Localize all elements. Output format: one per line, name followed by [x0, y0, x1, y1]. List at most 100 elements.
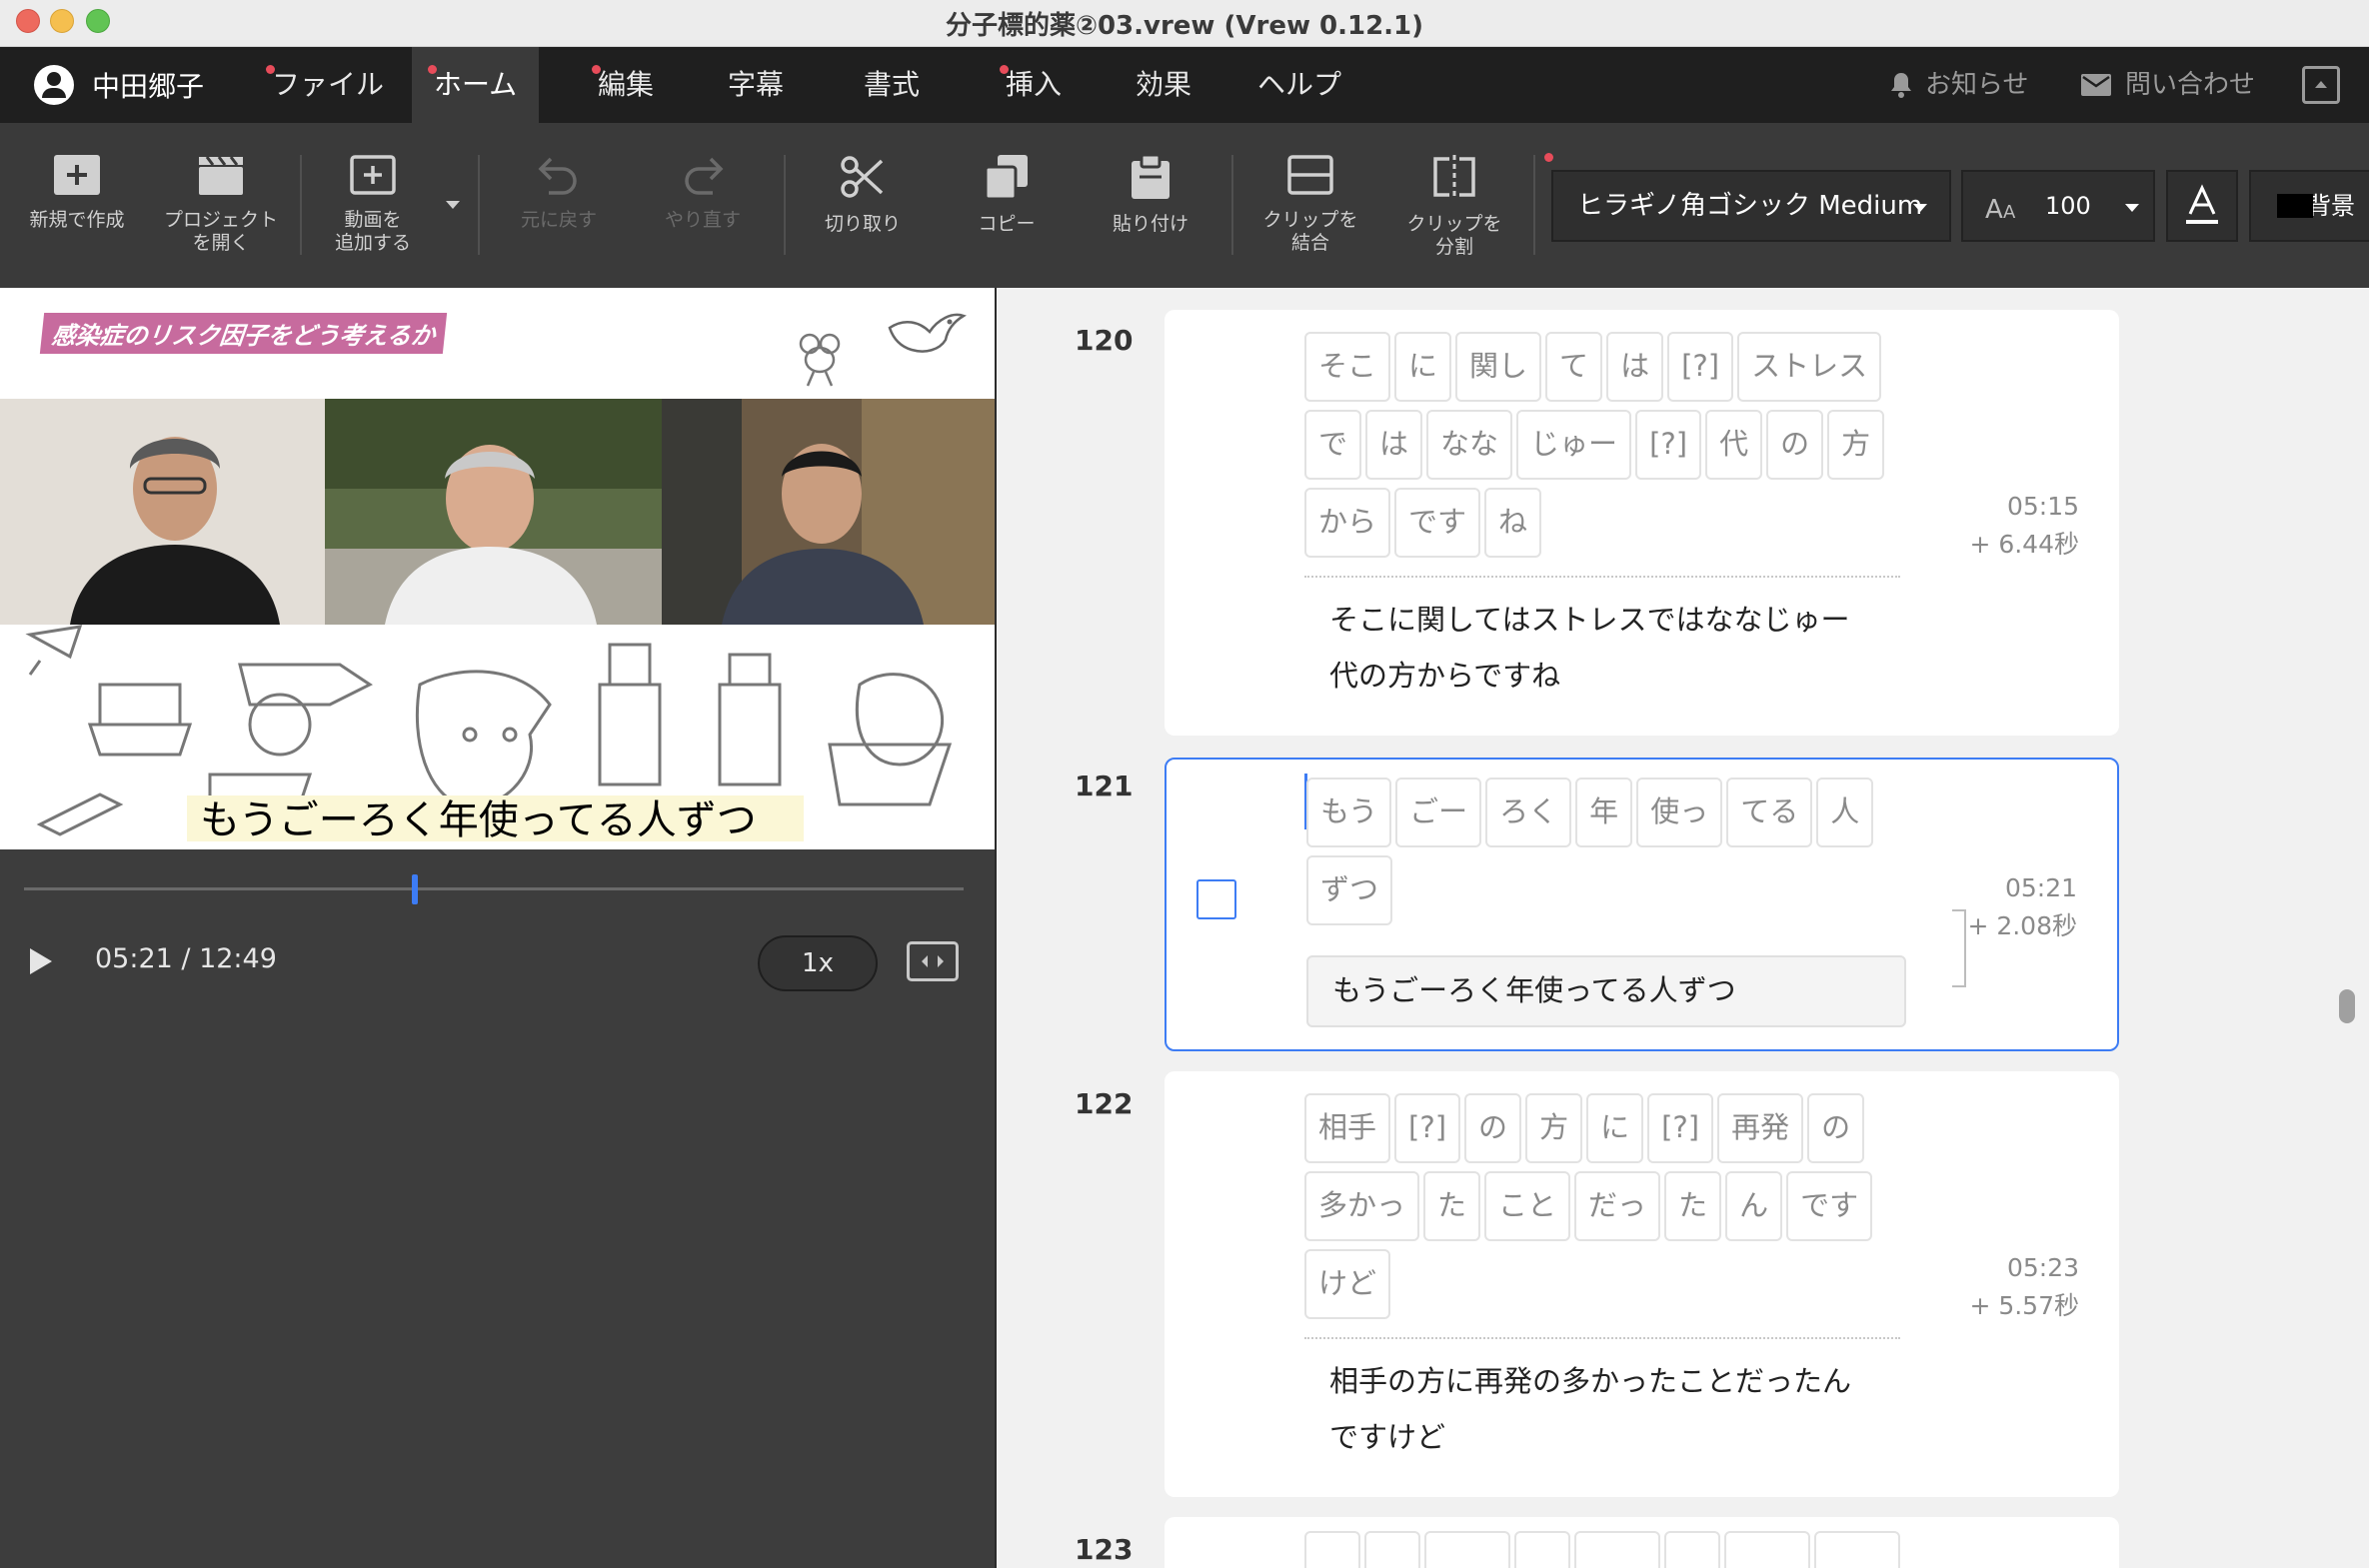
- add-video-icon: [350, 155, 396, 195]
- clip-timestamp: 05:23 + 5.57秒: [1969, 1253, 2079, 1320]
- word-chip[interactable]: 方: [1525, 1093, 1583, 1163]
- word-chip[interactable]: た: [1664, 1171, 1722, 1241]
- word-chip[interactable]: そこ: [1304, 332, 1391, 402]
- clip-select-checkbox[interactable]: [1196, 879, 1236, 919]
- word-chip[interactable]: だっ: [1574, 1171, 1661, 1241]
- word-chip[interactable]: [?]: [1635, 410, 1702, 480]
- menu-subtitle[interactable]: 字幕: [728, 47, 784, 123]
- cut-button[interactable]: 切り取り: [808, 123, 918, 288]
- fit-view-button[interactable]: [907, 941, 959, 981]
- subtitle-text[interactable]: 相手の方に再発の多かったことだったん ですけど: [1329, 1353, 1889, 1465]
- undo-button[interactable]: 元に戻す: [504, 123, 614, 288]
- merge-icon: [1287, 155, 1333, 195]
- word-chip[interactable]: た: [1423, 1171, 1481, 1241]
- menu-insert[interactable]: 挿入: [1000, 47, 1062, 123]
- editor-scrollbar[interactable]: [2339, 989, 2355, 1023]
- font-family-select[interactable]: ヒラギノ角ゴシック Medium: [1551, 170, 1951, 242]
- word-chip[interactable]: 関し: [1455, 332, 1542, 402]
- clip-card[interactable]: [1165, 1517, 2119, 1568]
- word-chip[interactable]: は: [1365, 410, 1423, 480]
- word-chip[interactable]: ずつ: [1306, 855, 1393, 925]
- word-chip[interactable]: てる: [1726, 778, 1813, 847]
- subtitle-text[interactable]: そこに関してはストレスではななじゅー 代の方からですね: [1329, 592, 1889, 704]
- word-chip[interactable]: です: [1786, 1171, 1873, 1241]
- word-chip[interactable]: ん: [1725, 1171, 1783, 1241]
- word-chip[interactable]: に: [1394, 332, 1452, 402]
- subtitle-input[interactable]: もうごーろく年使ってる人ずつ: [1306, 955, 1906, 1027]
- menu-home[interactable]: ホーム: [412, 47, 540, 123]
- expand-horizontal-icon: [922, 955, 944, 967]
- word-chip[interactable]: 再発: [1717, 1093, 1804, 1163]
- word-chip[interactable]: 代: [1705, 410, 1763, 480]
- user-name: 中田郷子: [92, 70, 205, 103]
- word-chip[interactable]: で: [1304, 410, 1362, 480]
- redo-button[interactable]: やり直す: [648, 123, 758, 288]
- playback-speed-button[interactable]: 1x: [758, 935, 878, 991]
- menu-file[interactable]: ファイル: [266, 47, 384, 123]
- word-chip[interactable]: じゅー: [1516, 410, 1632, 480]
- play-button[interactable]: [30, 948, 52, 974]
- word-row: けど: [1304, 1249, 1394, 1319]
- contact-button[interactable]: 問い合わせ: [2081, 47, 2255, 123]
- word-chip[interactable]: [?]: [1394, 1093, 1461, 1163]
- word-chip[interactable]: けど: [1304, 1249, 1391, 1319]
- word-chip[interactable]: 相手: [1304, 1093, 1391, 1163]
- menu-help[interactable]: ヘルプ: [1257, 47, 1341, 123]
- word-chip[interactable]: ストレス: [1737, 332, 1882, 402]
- word-chip[interactable]: です: [1394, 488, 1481, 558]
- split-clip-button[interactable]: クリップを 分割: [1399, 123, 1509, 288]
- copy-icon: [986, 155, 1028, 199]
- open-project-button[interactable]: プロジェクト を開く: [156, 123, 286, 288]
- word-chip[interactable]: て: [1545, 332, 1603, 402]
- menu-effect[interactable]: 効果: [1136, 47, 1191, 123]
- video-preview[interactable]: 感染症のリスク因子をどう考えるか もうごーろく年使ってる人ずつ: [0, 288, 995, 849]
- clip-number: 121: [1075, 770, 1134, 802]
- clip-card-selected[interactable]: もう ごー ろく 年 使っ てる 人 ずつ 05:21 + 2.08秒 もうごー…: [1165, 758, 2119, 1051]
- word-chip[interactable]: 多かっ: [1304, 1171, 1420, 1241]
- word-chip[interactable]: は: [1606, 332, 1664, 402]
- word-chip[interactable]: ろく: [1485, 778, 1572, 847]
- word-chip[interactable]: から: [1304, 488, 1391, 558]
- user-account[interactable]: 中田郷子: [34, 63, 204, 107]
- menu-format[interactable]: 書式: [864, 47, 920, 123]
- seek-handle[interactable]: [412, 874, 419, 904]
- word-chip[interactable]: の: [1464, 1093, 1522, 1163]
- svg-text:A: A: [2003, 202, 2016, 220]
- copy-button[interactable]: コピー: [952, 123, 1062, 288]
- word-chip[interactable]: 使っ: [1636, 778, 1723, 847]
- toolbar: 新規で作成 プロジェクト を開く 動画を 追加する 元に戻す やり直す 切り取り コ…: [0, 123, 2369, 288]
- video-frames: [0, 399, 995, 625]
- add-video-button[interactable]: 動画を 追加する: [318, 123, 428, 288]
- background-button[interactable]: 背景: [2249, 170, 2369, 242]
- word-chip[interactable]: 年: [1575, 778, 1633, 847]
- clip-timestamp: 05:21 + 2.08秒: [1967, 873, 2077, 940]
- title-bar: 分子標的薬②03.vrew (Vrew 0.12.1): [0, 0, 2369, 47]
- word-chip[interactable]: の: [1807, 1093, 1865, 1163]
- paste-button[interactable]: 貼り付け: [1096, 123, 1205, 288]
- word-chip[interactable]: もう: [1306, 778, 1392, 847]
- panel-toggle-icon: [2315, 81, 2327, 88]
- word-chip[interactable]: [?]: [1647, 1093, 1714, 1163]
- notice-button[interactable]: お知らせ: [1889, 47, 2028, 123]
- word-chip[interactable]: 人: [1816, 778, 1874, 847]
- word-chip[interactable]: 方: [1827, 410, 1885, 480]
- word-chip[interactable]: の: [1766, 410, 1824, 480]
- text-color-button[interactable]: [2166, 170, 2238, 242]
- font-size-select[interactable]: AA 100: [1961, 170, 2155, 242]
- merge-clips-button[interactable]: クリップを 結合: [1255, 123, 1365, 288]
- word-chip[interactable]: に: [1586, 1093, 1644, 1163]
- panel-toggle-button[interactable]: [2302, 66, 2340, 104]
- split-icon: [1433, 155, 1475, 199]
- menu-edit[interactable]: 編集: [592, 47, 654, 123]
- seek-bar[interactable]: [24, 887, 964, 890]
- word-row: から です ね: [1304, 488, 1545, 558]
- word-chip[interactable]: [?]: [1667, 332, 1734, 402]
- word-chip[interactable]: ね: [1484, 488, 1542, 558]
- clip-card[interactable]: そこ に 関し て は [?] ストレス で は なな じゅー [?] 代 の …: [1165, 310, 2119, 736]
- new-project-button[interactable]: 新規で作成: [18, 123, 136, 288]
- word-chip[interactable]: こと: [1484, 1171, 1571, 1241]
- word-chip[interactable]: なな: [1426, 410, 1513, 480]
- word-chip[interactable]: ごー: [1395, 778, 1482, 847]
- add-video-dropdown[interactable]: [446, 201, 460, 209]
- clip-card[interactable]: 相手 [?] の 方 に [?] 再発 の 多かっ た こと だっ た ん です…: [1165, 1071, 2119, 1497]
